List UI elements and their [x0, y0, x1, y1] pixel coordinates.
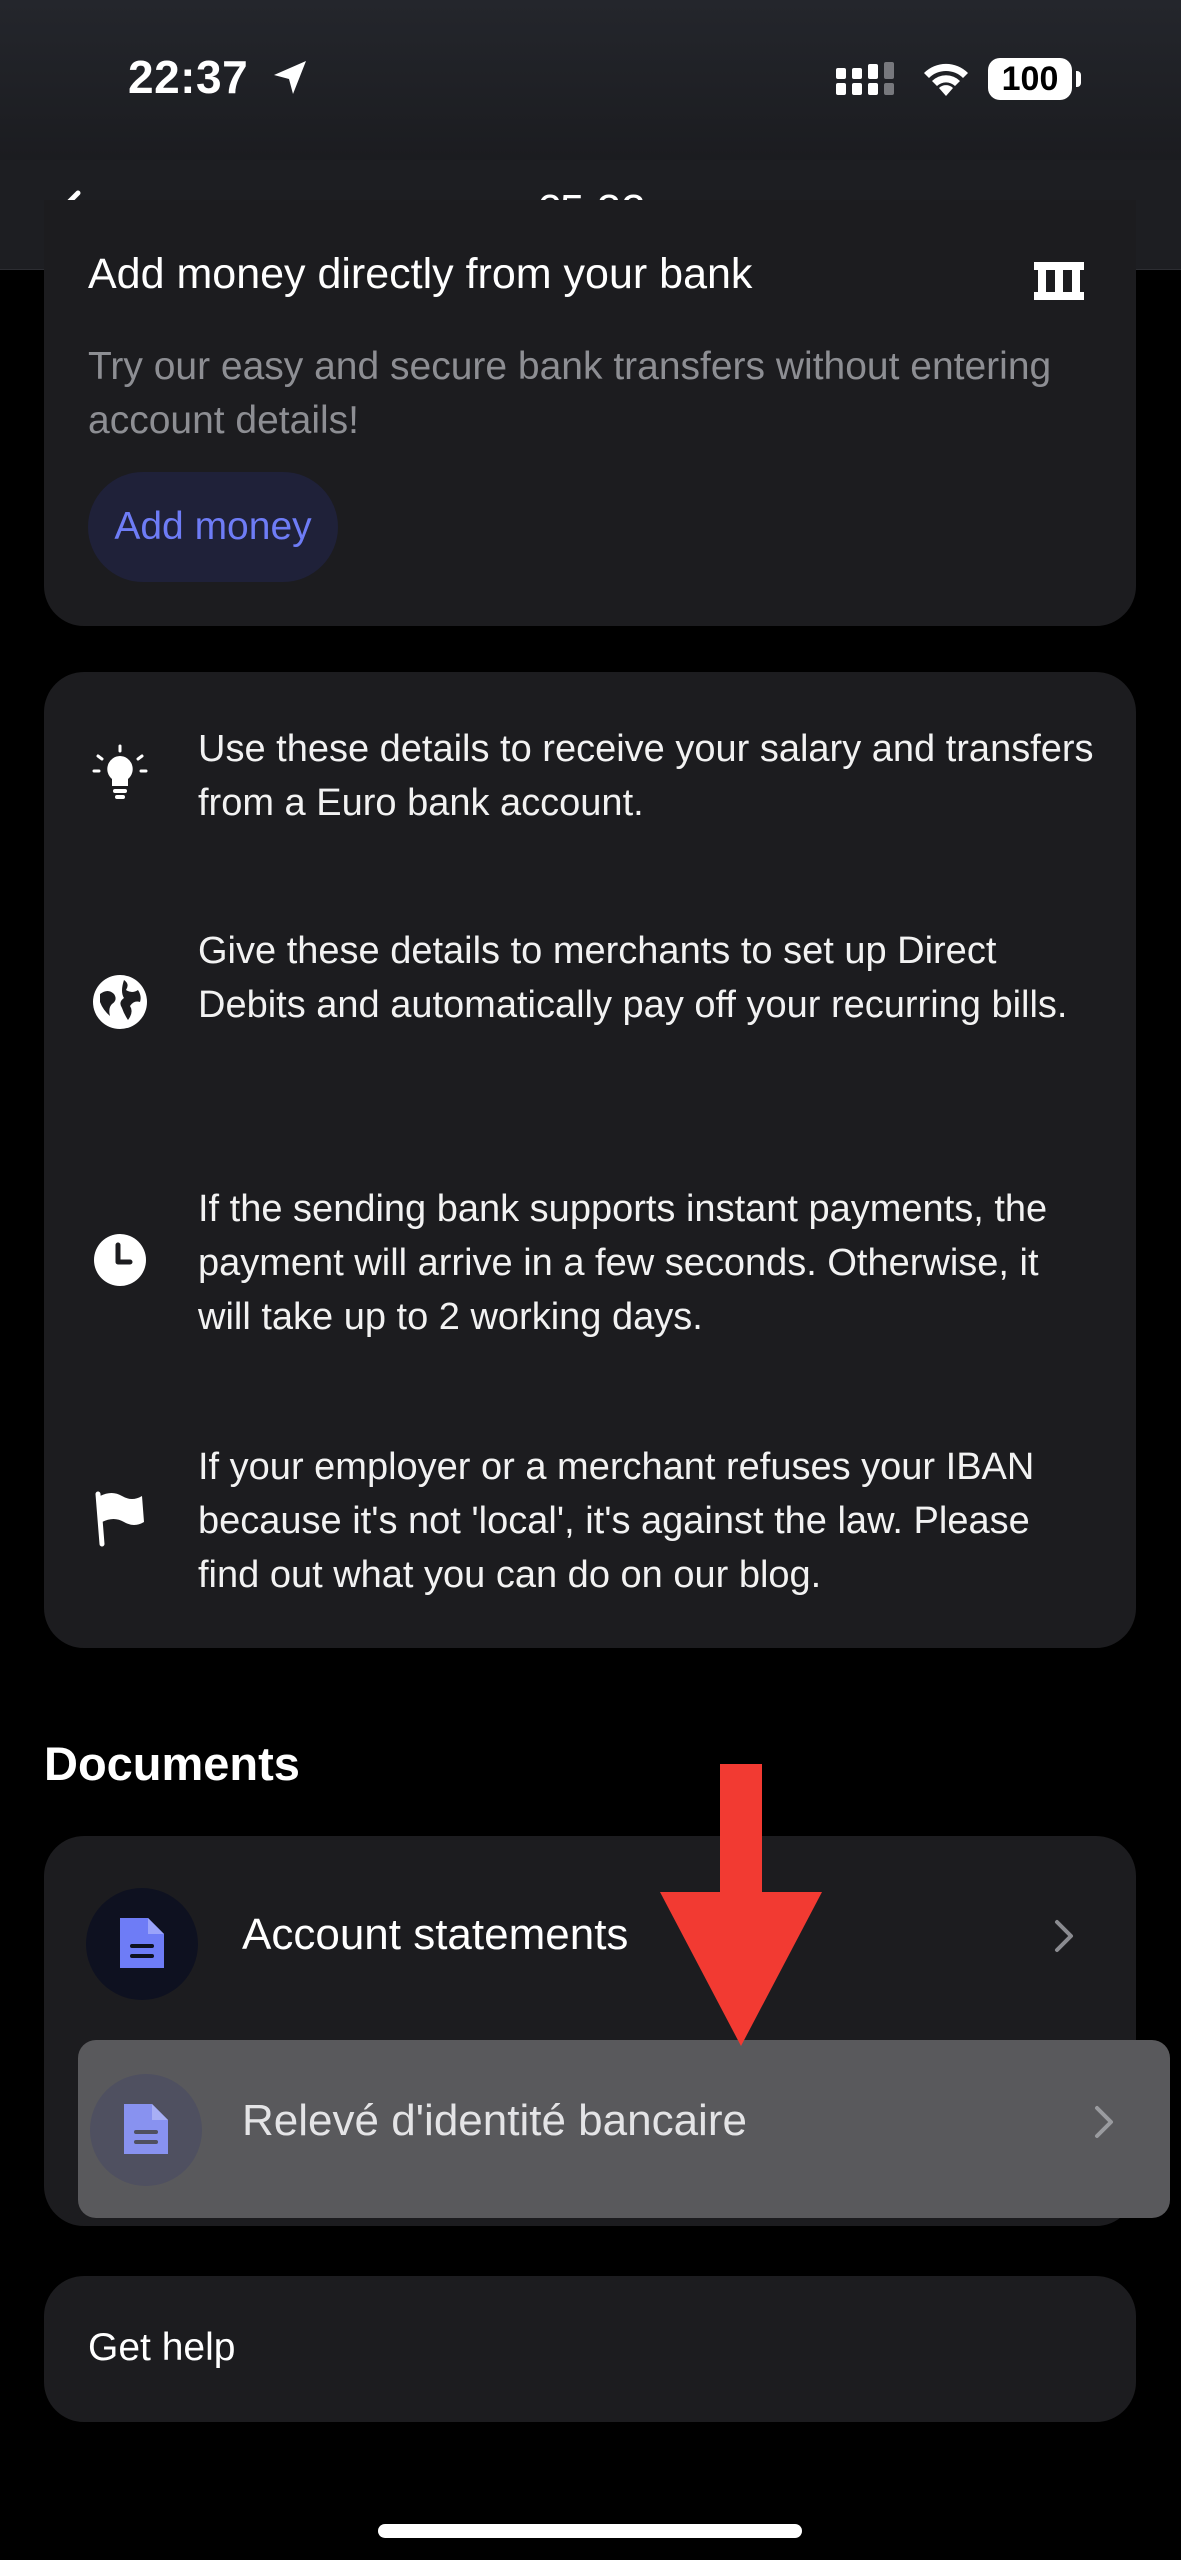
info-text-instant-payments: If the sending bank supports instant pay… — [198, 1188, 1048, 1338]
chevron-right-icon — [1052, 1916, 1076, 1961]
get-help-label: Get help — [88, 2326, 236, 2369]
add-money-card-title: Add money directly from your bank — [88, 250, 753, 298]
add-money-card-description: Try our easy and secure bank transfers w… — [88, 345, 1052, 442]
flag-icon — [90, 1488, 150, 1548]
globe-icon — [90, 972, 150, 1032]
iban-info-card: Use these details to receive your salary… — [44, 672, 1136, 1648]
add-money-button[interactable]: Add money — [88, 472, 338, 582]
status-time: 22:37 — [128, 51, 249, 103]
clock-icon — [90, 1230, 150, 1290]
rib-row[interactable]: Relevé d'identité bancaire — [78, 2040, 1170, 2218]
status-bar: 22:37 100 — [0, 0, 1181, 160]
document-icon — [86, 1888, 198, 2000]
get-help-card[interactable]: Get help — [44, 2276, 1136, 2422]
wifi-icon — [920, 58, 972, 103]
rib-label: Relevé d'identité bancaire — [242, 2096, 747, 2145]
info-text-direct-debits: Give these details to merchants to set u… — [198, 930, 1068, 1026]
account-statements-label: Account statements — [242, 1910, 629, 1959]
home-indicator[interactable] — [378, 2524, 802, 2538]
info-text-iban-law: If your employer or a merchant refuses y… — [198, 1446, 1035, 1596]
cellular-signal-icon — [836, 62, 900, 103]
add-money-card: Add money directly from your bank Try ou… — [44, 200, 1136, 626]
info-text-salary: Use these details to receive your salary… — [198, 728, 1094, 824]
battery-indicator: 100 — [988, 58, 1081, 100]
document-icon — [90, 2074, 202, 2186]
location-arrow-icon — [270, 58, 310, 103]
documents-heading: Documents — [44, 1737, 300, 1790]
lightbulb-icon — [90, 744, 150, 804]
bank-icon — [1032, 260, 1086, 307]
red-arrow-annotation — [658, 1764, 824, 2055]
chevron-right-icon — [1092, 2102, 1116, 2147]
documents-card: Account statements Relevé d'identité ban… — [44, 1836, 1170, 2226]
account-statements-row[interactable]: Account statements — [44, 1846, 1136, 2026]
